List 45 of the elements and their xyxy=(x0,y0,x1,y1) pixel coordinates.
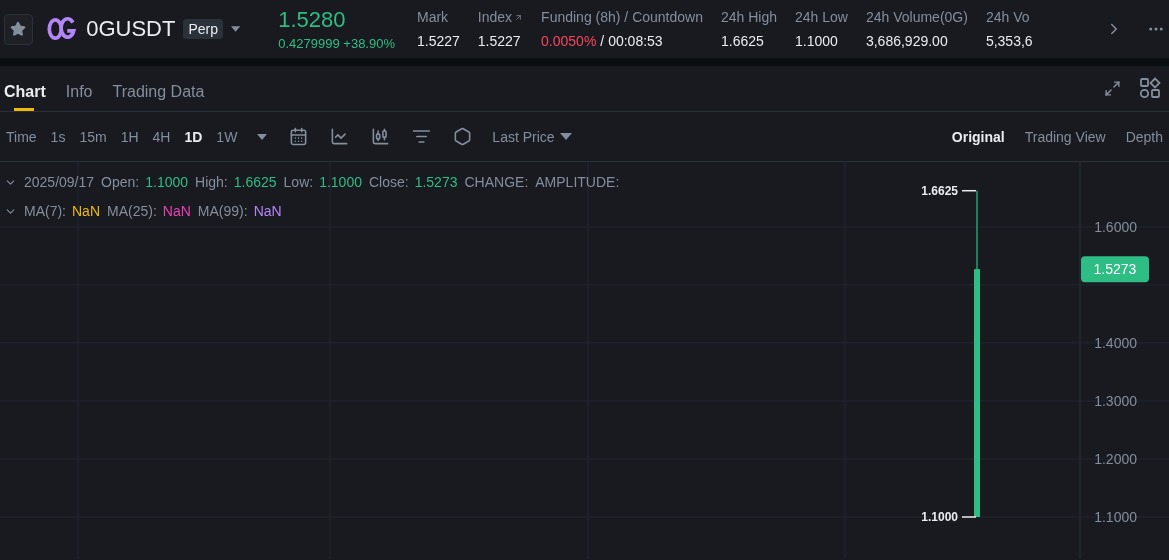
ma-value: NaN xyxy=(162,203,191,219)
price-marker: 1.1000 xyxy=(921,510,958,524)
annotation: 1.5273 xyxy=(1093,261,1137,278)
stat-value: 1.5227 xyxy=(417,33,460,49)
stat-label: Index xyxy=(477,9,513,25)
funding-rate: 0.0050% xyxy=(541,33,597,49)
stat-label: Mark xyxy=(417,9,449,25)
legend-date: 2025/09/17 xyxy=(24,174,95,190)
perp-badge: Perp xyxy=(183,19,224,39)
legend-label: Close: xyxy=(368,174,409,190)
ma-label: MA(7): xyxy=(24,203,66,219)
stat-label: 24h High xyxy=(720,9,777,25)
stat-label: 24h Volume(0G) xyxy=(865,9,968,25)
legend-value: 1.1000 xyxy=(145,174,189,190)
legend-value: 1.6625 xyxy=(233,174,277,190)
ma-value: NaN xyxy=(72,203,100,219)
stat-value: 1.5227 xyxy=(477,33,522,49)
axis-label: 1.4000 xyxy=(1094,335,1137,351)
last-price: 1.5280 xyxy=(278,7,347,33)
legend-label: High: xyxy=(195,174,228,190)
last-price-badge: 1.5273 xyxy=(1081,256,1149,283)
legend-value: 1.5273 xyxy=(414,174,458,190)
legend-label: Low: xyxy=(283,174,314,190)
axis-label: 1.1000 xyxy=(1094,509,1137,525)
price-marker: 1.6625 xyxy=(921,183,958,198)
stat-label: Funding (8h) / Countdown xyxy=(541,9,703,25)
countdown: / 00:08:53 xyxy=(600,33,663,49)
symbol-title: 0GUSDT xyxy=(86,16,176,42)
axis-label: 1.2000 xyxy=(1094,451,1137,467)
axis-label: 1.3000 xyxy=(1094,393,1137,409)
ma-label: MA(25): xyxy=(107,203,157,219)
stat-label: 24h Low xyxy=(795,9,848,25)
price-change: 0.4279999 +38.90% xyxy=(278,36,395,51)
stat-value: 3,686,929.00 xyxy=(865,33,949,49)
stat-value: 1.1000 xyxy=(795,33,839,49)
stat-value: 1.6625 xyxy=(720,33,765,49)
ma-value: NaN xyxy=(253,203,282,219)
legend-label: Open: xyxy=(101,174,140,190)
stat-value: 5,353,6 xyxy=(985,33,1033,49)
legend-label: AMPLITUDE: xyxy=(535,174,620,190)
stat-label: 24h Vo xyxy=(985,9,1030,25)
ma-label: MA(99): xyxy=(197,203,248,219)
legend-label: CHANGE: xyxy=(464,174,529,190)
legend-value: 1.1000 xyxy=(319,174,362,190)
axis-label: 1.6000 xyxy=(1094,218,1137,235)
